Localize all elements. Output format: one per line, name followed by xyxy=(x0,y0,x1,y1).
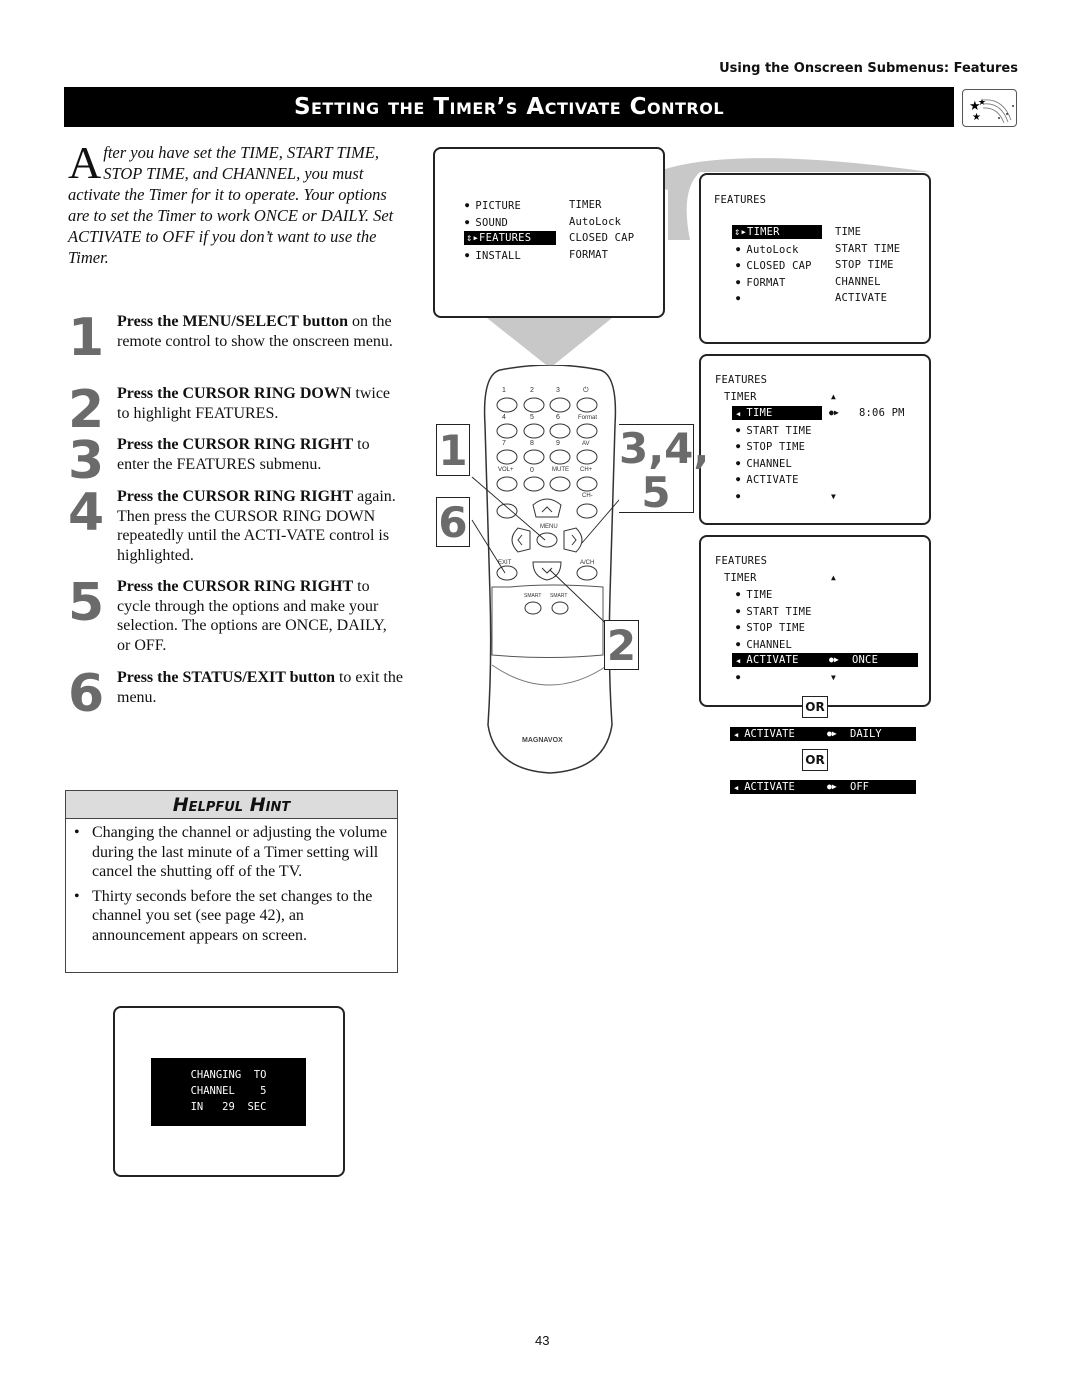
menu-item: STOP TIME xyxy=(736,620,805,634)
page-number: 43 xyxy=(535,1333,550,1348)
announcement-line: CHANNEL 5 xyxy=(190,1085,267,1097)
callout-step-1: 1 xyxy=(436,424,470,476)
callout-steps-3-4-5: 3,4, 5 xyxy=(619,424,710,517)
dot-right-arrow-icon: ●▶ xyxy=(829,408,840,417)
or-label: OR xyxy=(802,749,828,771)
updown-arrow-icon: ⇕▸ xyxy=(466,232,480,244)
tv-screen-main-menu: PICTURE SOUND ⇕▸FEATURES INSTALL TIMER A… xyxy=(433,147,665,318)
menu-item-timer-highlighted: ⇕▸TIMER xyxy=(732,225,822,239)
announcement-message: CHANGING TO CHANNEL 5 IN 29 SEC xyxy=(151,1058,306,1126)
tv-screen-features: FEATURES ⇕▸TIMER AutoLock CLOSED CAP FOR… xyxy=(699,173,931,344)
submenu-item: TIME xyxy=(835,226,862,238)
left-arrow-icon: ◀ xyxy=(734,784,739,792)
menu-item: CHANNEL xyxy=(736,637,792,651)
tv-screen-timer: FEATURES TIMER ▲ ◀TIME ●▶ 8:06 PM START … xyxy=(699,354,931,525)
remote-buttons xyxy=(471,397,626,636)
left-arrow-icon: ◀ xyxy=(734,731,739,739)
updown-arrow-icon: ⇕▸ xyxy=(734,226,748,238)
menu-item-sound: SOUND xyxy=(465,215,508,229)
menu-item: START TIME xyxy=(736,423,812,437)
menu-item-activate-highlighted: ◀ ACTIVATE ●▶ ONCE xyxy=(732,653,918,667)
activate-option-daily: ◀ ACTIVATE ●▶ DAILY xyxy=(730,727,916,741)
menu-item-install: INSTALL xyxy=(465,248,521,262)
left-arrow-icon: ◀ xyxy=(736,410,741,418)
announcement-line: IN 29 SEC xyxy=(190,1101,267,1113)
callout-line: 3,4, xyxy=(619,424,710,473)
submenu-item: CHANNEL xyxy=(835,276,881,288)
screen-heading: FEATURES xyxy=(715,374,768,386)
dot-right-arrow-icon: ●▶ xyxy=(827,782,837,791)
menu-item: AutoLock xyxy=(736,242,799,256)
callout-step-2: 2 xyxy=(604,620,639,670)
menu-item xyxy=(736,670,746,684)
submenu-item: TIMER xyxy=(569,199,602,211)
announcement-line: CHANGING TO xyxy=(190,1069,267,1081)
menu-item: ACTIVATE xyxy=(736,472,799,486)
callout-step-6: 6 xyxy=(436,497,470,547)
submenu-item: AutoLock xyxy=(569,216,622,228)
menu-item xyxy=(736,489,746,503)
menu-item: START TIME xyxy=(736,604,812,618)
menu-item: TIME xyxy=(736,587,773,601)
menu-item: CLOSED CAP xyxy=(736,258,812,272)
submenu-item: FORMAT xyxy=(569,249,609,261)
or-label: OR xyxy=(802,696,828,718)
submenu-item: CLOSED CAP xyxy=(569,232,635,244)
down-arrow-icon: ▼ xyxy=(831,492,837,501)
menu-item-picture: PICTURE xyxy=(465,198,521,212)
screen-subheading: TIMER xyxy=(724,572,757,584)
menu-item-time-highlighted: ◀ TIME xyxy=(732,406,822,420)
menu-item: CHANNEL xyxy=(736,456,792,470)
screen-heading: FEATURES xyxy=(715,555,768,567)
submenu-item: STOP TIME xyxy=(835,259,894,271)
tv-screen-activate: FEATURES TIMER ▲ TIME START TIME STOP TI… xyxy=(699,535,931,707)
down-arrow-icon: ▼ xyxy=(831,673,837,682)
screen-subheading: TIMER xyxy=(724,391,757,403)
remote-control: 1 2 3 ⏻ 4 5 6 Format 7 8 9 AV VOL+ 0 MUT… xyxy=(470,365,630,775)
activate-option-off: ◀ ACTIVATE ●▶ OFF xyxy=(730,780,916,794)
dot-right-arrow-icon: ●▶ xyxy=(829,655,840,664)
dot-right-arrow-icon: ●▶ xyxy=(827,729,837,738)
callout-line: 5 xyxy=(641,468,671,517)
up-arrow-icon: ▲ xyxy=(831,392,837,401)
submenu-item: ACTIVATE xyxy=(835,292,888,304)
activate-value: ONCE xyxy=(852,654,879,666)
time-value: 8:06 PM xyxy=(859,407,905,419)
left-arrow-icon: ◀ xyxy=(736,657,741,665)
menu-item: STOP TIME xyxy=(736,439,805,453)
menu-item: FORMAT xyxy=(736,275,786,289)
menu-item-features-highlighted: ⇕▸FEATURES xyxy=(464,231,556,245)
menu-item xyxy=(736,291,746,305)
submenu-item: START TIME xyxy=(835,243,901,255)
screen-heading: FEATURES xyxy=(714,194,767,206)
up-arrow-icon: ▲ xyxy=(831,573,837,582)
